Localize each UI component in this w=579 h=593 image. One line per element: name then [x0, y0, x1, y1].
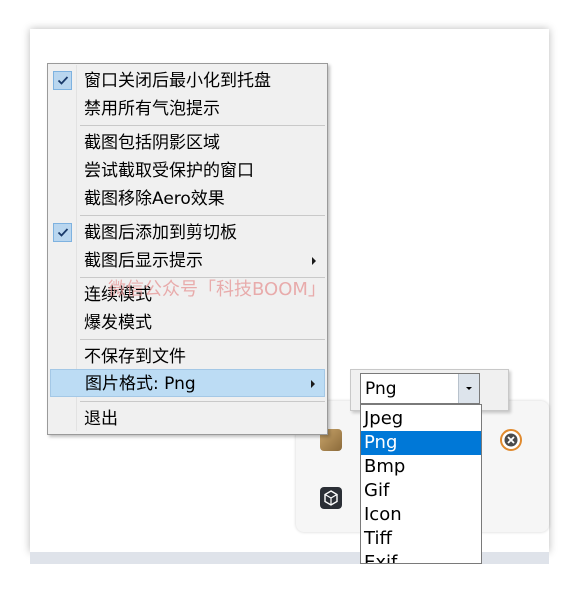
- checkmark-icon: [53, 71, 72, 90]
- format-option-label: Jpeg: [364, 408, 404, 429]
- chevron-right-icon: [311, 380, 315, 388]
- menu-item-minimize-to-tray[interactable]: 窗口关闭后最小化到托盘: [50, 67, 325, 95]
- menu-separator: [80, 125, 325, 126]
- menu-item-label: 截图包括阴影区域: [84, 133, 220, 153]
- menu-item-label: 尝试截取受保护的窗口: [84, 161, 254, 181]
- format-select[interactable]: Png: [360, 373, 480, 404]
- format-select-value: Png: [365, 379, 397, 399]
- format-option-jpeg[interactable]: Jpeg: [361, 407, 481, 431]
- cube-app-icon[interactable]: [320, 487, 342, 509]
- format-option-tiff[interactable]: Tiff: [361, 527, 481, 551]
- menu-item-include-shadow[interactable]: 截图包括阴影区域: [50, 129, 325, 157]
- chevron-right-icon: [312, 257, 316, 265]
- format-option-gif[interactable]: Gif: [361, 479, 481, 503]
- context-menu: 窗口关闭后最小化到托盘 禁用所有气泡提示 截图包括阴影区域 尝试截取受保护的窗口…: [47, 63, 328, 435]
- close-circle-icon[interactable]: [499, 428, 523, 452]
- menu-item-label: 截图后显示提示: [84, 251, 203, 271]
- menu-item-label: 退出: [84, 409, 118, 429]
- menu-item-do-not-save[interactable]: 不保存到文件: [50, 343, 325, 371]
- menu-item-remove-aero[interactable]: 截图移除Aero效果: [50, 185, 325, 213]
- menu-item-label: 禁用所有气泡提示: [84, 99, 220, 119]
- format-option-bmp[interactable]: Bmp: [361, 455, 481, 479]
- menu-item-label: 截图移除Aero效果: [84, 189, 225, 209]
- menu-separator: [80, 401, 325, 402]
- dropdown-button[interactable]: [458, 374, 479, 403]
- menu-item-image-format[interactable]: 图片格式: Png: [50, 369, 325, 397]
- menu-separator: [80, 215, 325, 216]
- format-option-label: Gif: [364, 480, 390, 501]
- caret-down-icon: [466, 387, 472, 390]
- menu-item-label: 图片格式: Png: [85, 374, 196, 394]
- watermark-text: 微信公众号「科技BOOM」: [108, 279, 326, 300]
- format-option-label: Bmp: [364, 456, 406, 477]
- format-option-png[interactable]: Png: [361, 431, 481, 455]
- menu-item-label: 截图后添加到剪切板: [84, 223, 237, 243]
- format-option-label: Icon: [364, 504, 402, 525]
- menu-item-burst-mode[interactable]: 爆发模式: [50, 309, 325, 337]
- format-option-icon[interactable]: Icon: [361, 503, 481, 527]
- checkmark-icon: [53, 223, 72, 242]
- menu-item-label: 爆发模式: [84, 313, 152, 333]
- menu-item-disable-balloon-tips[interactable]: 禁用所有气泡提示: [50, 95, 325, 123]
- menu-item-label: 不保存到文件: [84, 347, 186, 367]
- menu-item-label: 窗口关闭后最小化到托盘: [84, 71, 271, 91]
- format-option-exif[interactable]: Exif: [361, 551, 481, 564]
- menu-item-capture-protected[interactable]: 尝试截取受保护的窗口: [50, 157, 325, 185]
- format-option-label: Png: [364, 432, 398, 453]
- format-option-label: Exif: [364, 552, 398, 564]
- format-dropdown-list: Jpeg Png Bmp Gif Icon Tiff Exif: [360, 404, 482, 564]
- menu-separator: [80, 277, 325, 278]
- menu-item-show-tip[interactable]: 截图后显示提示: [50, 247, 325, 275]
- menu-separator: [80, 339, 325, 340]
- format-option-label: Tiff: [364, 528, 392, 549]
- menu-item-exit[interactable]: 退出: [50, 405, 325, 433]
- menu-item-copy-to-clipboard[interactable]: 截图后添加到剪切板: [50, 219, 325, 247]
